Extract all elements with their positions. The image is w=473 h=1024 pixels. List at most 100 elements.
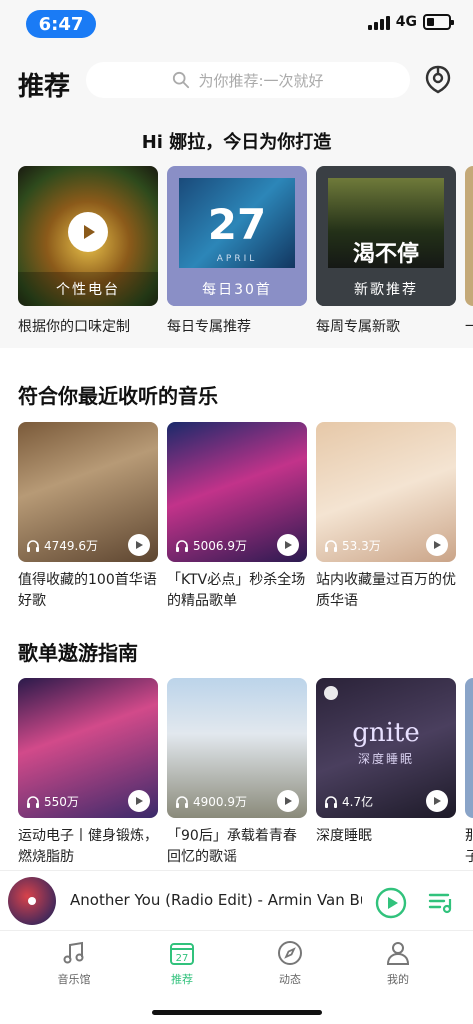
playlist-title[interactable]: 那 子 xyxy=(465,826,473,868)
headphones-icon xyxy=(27,795,39,808)
user-icon xyxy=(386,942,410,965)
section-title-recent: 符合你最近收听的音乐 xyxy=(18,384,218,408)
rec-subtitle: 每周专属新歌 xyxy=(316,319,400,335)
play-icon[interactable] xyxy=(277,534,299,556)
rec-card-partial[interactable]: 一 xyxy=(465,166,473,336)
playlist-queue-icon[interactable] xyxy=(428,889,454,915)
play-count: 4900.9万 xyxy=(175,793,247,810)
new-songs-cover-art: 渴不停 xyxy=(328,178,444,268)
play-icon[interactable] xyxy=(68,212,108,252)
guide-playlist-row[interactable]: 550万 运动电子丨健身锻炼，燃烧脂肪 4900.9万 「90后」承载着青春回忆… xyxy=(18,678,473,868)
rec-cover-label: 个性电台 xyxy=(18,272,158,306)
playlist-cover[interactable]: gnite 深度睡眠 4.7亿 xyxy=(316,678,456,818)
rec-cover-daily[interactable]: 27 APRIL 每日30首 xyxy=(167,166,307,306)
rec-card-daily[interactable]: 27 APRIL 每日30首 每日专属推荐 xyxy=(167,166,307,336)
rec-cover-new[interactable]: 渴不停 新歌推荐 xyxy=(316,166,456,306)
play-icon[interactable] xyxy=(426,534,448,556)
play-icon[interactable] xyxy=(128,534,150,556)
rec-cover-label: 新歌推荐 xyxy=(316,272,456,306)
cover-title: gnite xyxy=(352,718,420,748)
playlist-cover[interactable]: 5006.9万 xyxy=(167,422,307,562)
play-count: 53.3万 xyxy=(324,537,381,554)
search-placeholder: 为你推荐:一次就好 xyxy=(198,71,324,90)
play-count: 5006.9万 xyxy=(175,537,247,554)
play-icon[interactable] xyxy=(277,790,299,812)
rec-card-new[interactable]: 渴不停 新歌推荐 每周专属新歌 xyxy=(316,166,456,336)
playlist-cover[interactable]: 53.3万 xyxy=(316,422,456,562)
playlist-cover[interactable]: 4900.9万 xyxy=(167,678,307,818)
recommend-header: 推荐 为你推荐:一次就好 Hi 娜拉，今日为你打造 个性电台 根据你的口味定制 … xyxy=(0,48,473,348)
tab-music-hall[interactable]: 音乐馆 xyxy=(34,939,114,987)
playlist-tile[interactable]: 4900.9万 「90后」承载着青春回忆的歌谣 xyxy=(167,678,307,868)
page-title: 推荐 xyxy=(18,72,71,102)
mini-player[interactable]: Another You (Radio Edit) - Armin Van Buu… xyxy=(0,870,473,930)
tab-label: 动态 xyxy=(279,973,301,986)
rec-cover-radio[interactable]: 个性电台 xyxy=(18,166,158,306)
playlist-cover[interactable] xyxy=(465,678,473,818)
search-icon xyxy=(173,71,190,89)
tab-label: 音乐馆 xyxy=(57,973,91,986)
album-art[interactable] xyxy=(8,877,56,925)
play-icon[interactable] xyxy=(128,790,150,812)
play-count: 550万 xyxy=(26,793,79,810)
daily-month: APRIL xyxy=(216,254,258,264)
tab-feed[interactable]: 动态 xyxy=(250,939,330,987)
tab-label: 我的 xyxy=(387,973,409,986)
tag-icon xyxy=(324,686,338,700)
network-label: 4G xyxy=(395,14,417,30)
headphones-icon xyxy=(325,539,337,552)
recommend-carousel[interactable]: 个性电台 根据你的口味定制 27 APRIL 每日30首 每日专属推荐 渴不停 … xyxy=(18,166,473,336)
calendar-date: 27 xyxy=(176,953,189,964)
play-count-text: 53.3万 xyxy=(342,539,381,553)
playlist-title[interactable]: 站内收藏量过百万的优质华语 xyxy=(316,570,456,612)
tab-recommend[interactable]: 27 推荐 xyxy=(142,939,222,987)
status-time[interactable]: 6:47 xyxy=(26,10,96,38)
search-input[interactable]: 为你推荐:一次就好 xyxy=(86,62,410,98)
playlist-title[interactable]: 值得收藏的100首华语好歌 xyxy=(18,570,158,612)
cover-subtitle: 深度睡眠 xyxy=(357,752,414,766)
headphones-icon xyxy=(27,539,39,552)
daily-date-number: 27 xyxy=(207,200,267,249)
rec-subtitle: 每日专属推荐 xyxy=(167,319,251,335)
playlist-tile[interactable]: 550万 运动电子丨健身锻炼，燃烧脂肪 xyxy=(18,678,158,868)
playlist-tile[interactable]: 4749.6万 值得收藏的100首华语好歌 xyxy=(18,422,158,612)
greeting-text: Hi 娜拉，今日为你打造 xyxy=(141,132,332,153)
rec-cover-partial[interactable] xyxy=(465,166,473,306)
playlist-title[interactable]: 「90后」承载着青春回忆的歌谣 xyxy=(167,826,307,868)
compass-icon xyxy=(278,941,302,965)
recent-playlist-row[interactable]: 4749.6万 值得收藏的100首华语好歌 5006.9万 「KTV必点」秒杀全… xyxy=(18,422,456,612)
play-count-text: 4.7亿 xyxy=(342,795,374,809)
rec-subtitle: 根据你的口味定制 xyxy=(18,319,130,335)
home-indicator[interactable] xyxy=(152,1010,322,1015)
calendar-icon: 27 xyxy=(170,943,194,965)
play-icon[interactable] xyxy=(375,887,407,919)
play-count-text: 5006.9万 xyxy=(193,539,247,553)
rec-card-radio[interactable]: 个性电台 根据你的口味定制 xyxy=(18,166,158,336)
headphones-icon xyxy=(176,795,188,808)
recognize-icon[interactable] xyxy=(423,64,453,94)
play-count: 4749.6万 xyxy=(26,537,98,554)
playlist-tile-partial[interactable]: 那 子 xyxy=(465,678,473,868)
play-count: 4.7亿 xyxy=(324,793,373,810)
play-count-text: 4900.9万 xyxy=(193,795,247,809)
playlist-cover[interactable]: 4749.6万 xyxy=(18,422,158,562)
playlist-tile[interactable]: 53.3万 站内收藏量过百万的优质华语 xyxy=(316,422,456,612)
playlist-title[interactable]: 深度睡眠 xyxy=(316,826,456,847)
tab-label: 推荐 xyxy=(171,973,193,986)
status-indicators: 4G xyxy=(367,14,454,30)
play-count-text: 550万 xyxy=(44,795,79,809)
playlist-tile[interactable]: gnite 深度睡眠 4.7亿 深度睡眠 xyxy=(316,678,456,868)
section-title-guide: 歌单遨游指南 xyxy=(18,641,138,665)
battery-icon xyxy=(423,14,454,30)
playlist-title[interactable]: 运动电子丨健身锻炼，燃烧脂肪 xyxy=(18,826,158,868)
tab-mine[interactable]: 我的 xyxy=(358,939,438,987)
playlist-title[interactable]: 「KTV必点」秒杀全场的精品歌单 xyxy=(167,570,307,612)
now-playing-title[interactable]: Another You (Radio Edit) - Armin Van Buu… xyxy=(70,891,362,909)
playlist-cover[interactable]: 550万 xyxy=(18,678,158,818)
signal-icon xyxy=(367,14,390,30)
rec-subtitle: 一 xyxy=(465,319,473,335)
music-note-icon xyxy=(63,941,84,964)
play-icon[interactable] xyxy=(426,790,448,812)
playlist-tile[interactable]: 5006.9万 「KTV必点」秒杀全场的精品歌单 xyxy=(167,422,307,612)
cover-title: 渴不停 xyxy=(352,241,419,267)
